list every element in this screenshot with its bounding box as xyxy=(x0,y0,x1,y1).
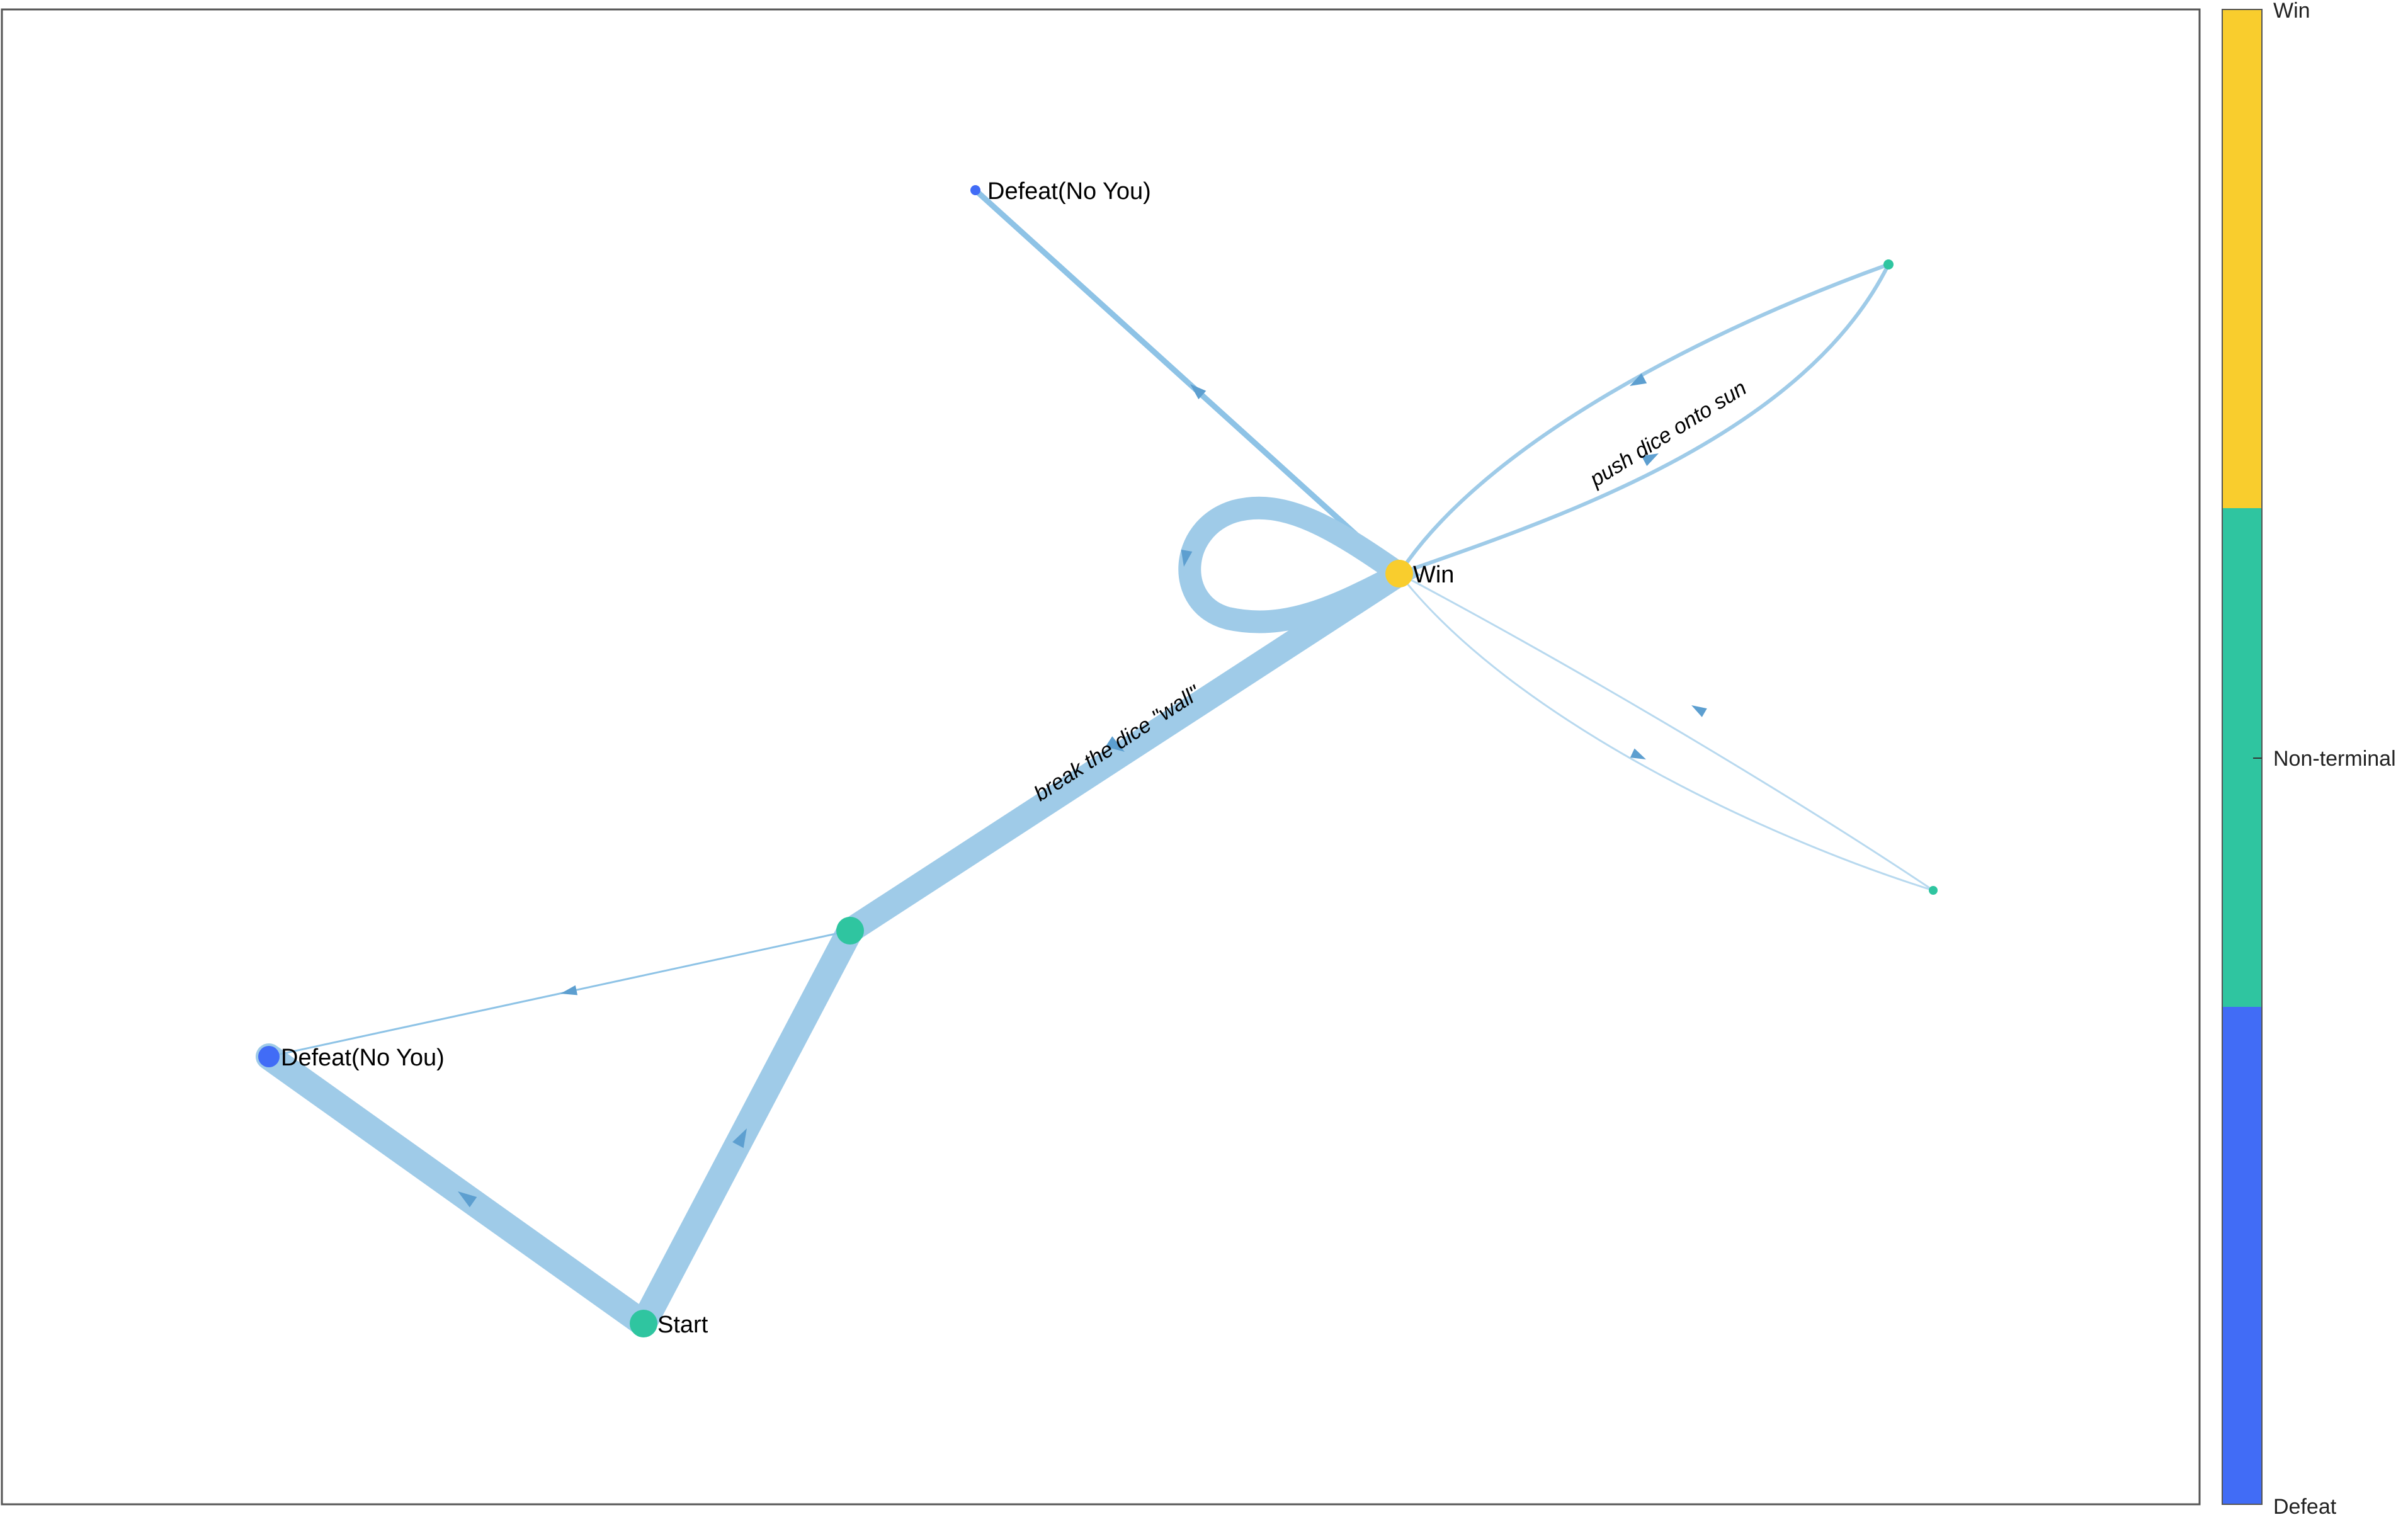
colorbar-label-win: Win xyxy=(2273,0,2310,23)
node-defeat-left[interactable] xyxy=(258,1046,280,1067)
edge-start-to-defeat-left xyxy=(256,1043,657,1337)
node-label-defeat-left: Defeat(No You) xyxy=(281,1045,445,1071)
colorbar-label-non-terminal: Non-terminal xyxy=(2273,747,2396,771)
arrow-win-to-lower-right xyxy=(1630,748,1646,759)
state-graph: break the dice "wall" push dice onto sun… xyxy=(1,0,2396,1515)
node-lower-right[interactable] xyxy=(1929,886,1938,895)
arrow-lower-right-to-win xyxy=(1691,705,1707,717)
edge-win-to-lower-right xyxy=(1398,572,1934,892)
arrow-mid-to-defeat-left xyxy=(560,985,578,996)
edge-lower-right-to-win xyxy=(1398,572,1934,892)
node-upper-right[interactable] xyxy=(1883,259,1894,270)
edge-upper-right-to-win xyxy=(1397,263,1890,576)
colorbar-segment-defeat xyxy=(2222,1007,2262,1504)
edge-win-to-defeat-top xyxy=(972,187,1402,577)
node-label-defeat-top: Defeat(No You) xyxy=(987,178,1151,205)
node-defeat-top[interactable] xyxy=(970,185,980,195)
edge-mid-to-defeat-left xyxy=(268,929,851,1058)
edge-label-break-wall: break the dice "wall" xyxy=(1030,681,1205,806)
node-label-win: Win xyxy=(1413,562,1454,588)
node-label-start: Start xyxy=(657,1312,708,1338)
colorbar-label-defeat: Defeat xyxy=(2273,1495,2337,1515)
colorbar: Win Non-terminal Defeat xyxy=(2222,0,2396,1515)
colorbar-segment-win xyxy=(2222,9,2262,508)
node-start[interactable] xyxy=(630,1310,657,1337)
node-win[interactable] xyxy=(1385,560,1413,587)
edge-start-to-mid xyxy=(630,917,863,1337)
node-mid[interactable] xyxy=(836,917,864,945)
edge-win-to-upper-right xyxy=(1397,263,1890,576)
